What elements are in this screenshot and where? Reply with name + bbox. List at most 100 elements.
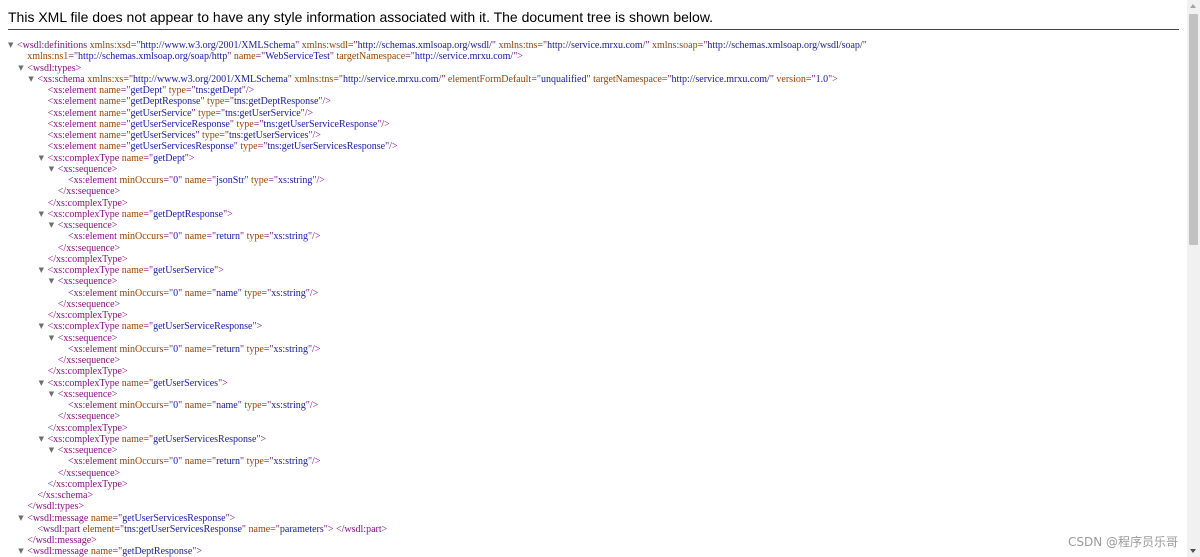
xml-attribute-value: 1.0 (815, 73, 829, 85)
xml-tree-line: ▼ <wsdl:types> (8, 63, 1183, 74)
xml-viewer-viewport: This XML file does not appear to have an… (0, 0, 1187, 557)
xml-tree-line: <xs:element name="getDeptResponse" type=… (8, 96, 1183, 107)
xml-tree-line: </wsdl:message> (8, 535, 1183, 546)
triangle-down-icon[interactable]: ▼ (39, 378, 48, 389)
xml-tree-line: ▼ <xs:complexType name="getUserServices"> (8, 378, 1183, 389)
xml-tag-text: "/> (312, 175, 325, 186)
xml-tree-line: ▼ <xs:sequence> (8, 389, 1183, 400)
xml-attribute-name: name (121, 265, 144, 276)
xml-attribute-value: http://www.w3.org/2001/XMLSchema (133, 73, 288, 85)
xml-tag-text: " (862, 40, 867, 51)
xml-tree-line: ▼ <xs:sequence> (8, 220, 1183, 231)
xml-attribute-value: WebServiceTest (265, 51, 330, 63)
xml-tag-text: =" (405, 51, 415, 63)
xml-attribute-value: tns:getUserServiceResponse (263, 118, 378, 130)
xml-tag-text: </xs:sequence> (57, 186, 121, 198)
xml-tag-text: " (178, 343, 185, 355)
triangle-down-icon[interactable]: ▼ (18, 513, 27, 524)
xml-tag-text: <xs:sequence> (57, 388, 118, 400)
xml-tree-line: <xs:element minOccurs="0" name="name" ty… (8, 288, 1183, 299)
triangle-down-icon[interactable]: ▼ (8, 40, 17, 51)
xml-tag-text: =" (263, 231, 274, 243)
xml-tag-text: =" (805, 73, 816, 85)
xml-attribute-name: type (251, 175, 269, 186)
xml-attribute-name: name (121, 433, 144, 445)
triangle-down-icon[interactable]: ▼ (49, 389, 58, 400)
xml-tag-text: =" (143, 433, 154, 445)
csdn-watermark: CSDN @程序员乐哥 (1067, 535, 1178, 549)
xml-tag-text: " (239, 231, 247, 243)
xml-tree-line: ▼ <xs:schema xmlns:xs="http://www.w3.org/… (8, 74, 1183, 85)
xml-tree-line: <xs:element minOccurs="0" name="return" … (8, 231, 1183, 242)
triangle-down-icon[interactable]: ▼ (49, 333, 58, 344)
xml-attribute-name: name (184, 175, 207, 186)
xml-tag-text: </xs:sequence> (57, 242, 121, 254)
triangle-down-icon[interactable]: ▼ (18, 63, 27, 74)
xml-tag-text: =" (206, 400, 217, 411)
xml-attribute-value: tns:getUserServicesResponse (267, 141, 386, 153)
xml-tag-text: <xs:schema (37, 73, 88, 85)
xml-tag-text: <xs:complexType (47, 377, 122, 389)
vertical-scrollbar[interactable] (1187, 0, 1200, 557)
xml-tag-text: <xs:element (68, 400, 120, 411)
xml-attribute-value: tns:getDept (195, 85, 242, 96)
xml-tag-text: =" (143, 377, 154, 389)
xml-attribute-name: type (246, 231, 264, 243)
xml-attribute-name: xmlns:xsd (89, 40, 131, 51)
triangle-down-icon[interactable]: ▼ (49, 445, 58, 456)
xml-tree-line: </xs:sequence> (8, 355, 1183, 366)
xml-tag-text: "> (184, 152, 195, 164)
xml-tree-line: ▼ <xs:sequence> (8, 276, 1183, 287)
xml-tag-text: " (239, 456, 247, 468)
xml-attribute-value: return (216, 456, 240, 468)
xml-tree-line: <xs:element name="getUserServicesRespons… (8, 141, 1183, 152)
triangle-down-icon[interactable]: ▼ (49, 276, 58, 287)
xml-attribute-value: http://service.mrxu.com/ (343, 73, 442, 85)
xml-attribute-value: xs:string (271, 400, 306, 411)
triangle-down-icon[interactable]: ▼ (39, 321, 48, 332)
scroll-down-arrow-icon[interactable] (1190, 549, 1196, 553)
xml-tag-text: <xs:element (47, 130, 100, 141)
triangle-down-icon[interactable]: ▼ (39, 209, 48, 220)
xml-tag-text: =" (261, 287, 272, 299)
xml-attribute-value: http://schemas.xmlsoap.org/wsdl/soap/ (707, 40, 863, 51)
triangle-down-icon[interactable]: ▼ (39, 265, 48, 276)
xml-attribute-name: type (244, 400, 262, 411)
xml-attribute-name: name (99, 118, 121, 130)
scrollbar-thumb[interactable] (1189, 14, 1198, 245)
xml-tree-line: ▼ <xs:complexType name="getUserServicesRe… (8, 434, 1183, 445)
xml-attribute-name: name (184, 400, 207, 411)
xml-attribute-value: getDeptResponse (122, 546, 193, 557)
xml-tag-text: " (178, 287, 185, 299)
triangle-down-icon[interactable]: ▼ (49, 164, 58, 175)
xml-tag-text: </xs:sequence> (57, 411, 121, 423)
xml-tree-line: ▼ <xs:complexType name="getUserServiceRes… (8, 321, 1183, 332)
xml-tree-line: </xs:sequence> (8, 411, 1183, 422)
xml-tree-line: ▼ <wsdl:message name="getUserServicesResp… (8, 513, 1183, 524)
xml-tag-text: =" (120, 96, 131, 108)
triangle-down-icon[interactable]: ▼ (39, 434, 48, 445)
triangle-down-icon[interactable]: ▼ (18, 546, 27, 557)
xml-tag-text: "/> (241, 85, 255, 96)
xml-tag-text: </xs:schema> (37, 490, 94, 501)
scroll-up-arrow-icon[interactable] (1190, 4, 1196, 8)
xml-attribute-name: targetNamespace (593, 73, 662, 85)
xml-attribute-name: name (233, 51, 256, 63)
xml-attribute-name: minOccurs (119, 175, 164, 186)
xml-tag-text: <xs:complexType (47, 433, 122, 445)
xml-attribute-value: name (216, 287, 238, 299)
xml-attribute-name: type (246, 343, 264, 355)
xml-tree-line: ▼ <wsdl:definitions xmlns:xsd="http://www… (8, 40, 1183, 51)
xml-tag-text: "> (252, 321, 263, 333)
xml-tag-text: <wsdl:message (27, 512, 91, 524)
xml-attribute-value: tns:getUserService (225, 107, 301, 119)
xml-tree-line: <wsdl:part element="tns:getUserServicesR… (8, 524, 1183, 535)
xml-tree-line: ▼ <xs:sequence> (8, 445, 1183, 456)
xml-attribute-value: getDept (153, 152, 185, 164)
triangle-down-icon[interactable]: ▼ (49, 220, 58, 231)
xml-attribute-value: getUserServiceResponse (153, 321, 253, 333)
triangle-down-icon[interactable]: ▼ (39, 153, 48, 164)
xml-attribute-value: return (216, 231, 240, 243)
xml-document-tree: ▼ <wsdl:definitions xmlns:xsd="http://www… (8, 40, 1183, 557)
xml-tag-text: =" (537, 40, 548, 51)
